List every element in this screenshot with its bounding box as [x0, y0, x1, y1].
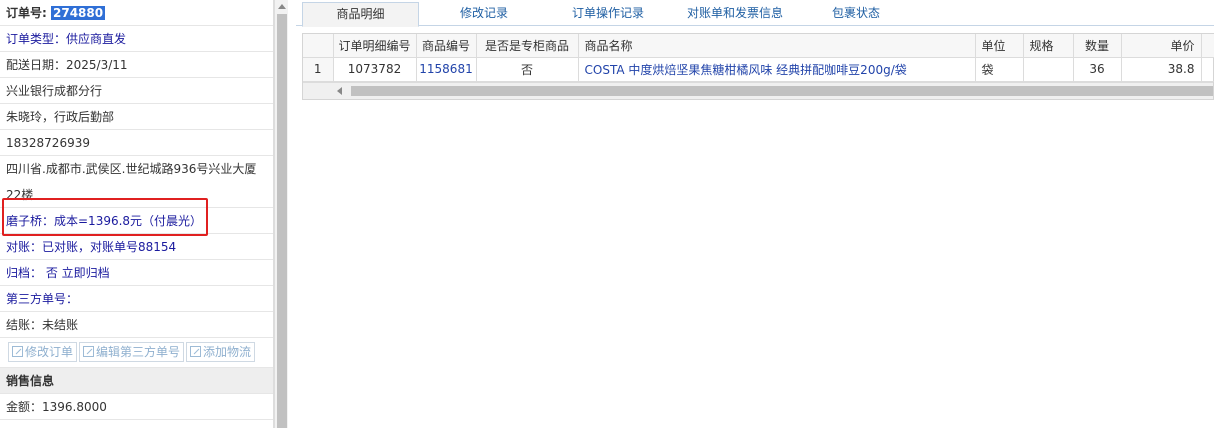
sales-info-header: 销售信息 [0, 368, 273, 394]
customer-bank: 兴业银行成都分行 [0, 78, 273, 104]
product-name-link[interactable]: COSTA 中度烘焙坚果焦糖柑橘风味 经典拼配咖啡豆200g/袋 [578, 57, 976, 82]
column-header[interactable]: 是否是专柜商品 [476, 34, 579, 58]
tab-edit-history[interactable]: 修改记录 [428, 2, 540, 26]
contact-person: 朱晓玲，行政后勤部 [0, 104, 273, 130]
table-header-row: 订单明细编号 商品编号 是否是专柜商品 商品名称 单位 规格 数量 单价 [303, 34, 1214, 58]
edit-third-party-no-button[interactable]: 编辑第三方单号 [79, 342, 185, 362]
third-party-order-no: 第三方单号： [0, 286, 273, 312]
tab-package-status[interactable]: 包裹状态 [808, 2, 904, 26]
edit-icon [83, 346, 95, 357]
scroll-left-icon[interactable] [337, 87, 342, 95]
detail-number-cell: 1073782 [333, 57, 417, 82]
order-number-label: 订单号: [6, 6, 47, 20]
column-header[interactable]: 规格 [1023, 34, 1074, 58]
column-header[interactable]: 商品名称 [578, 34, 976, 58]
column-header[interactable]: 单价 [1121, 34, 1202, 58]
header-filler [1201, 34, 1214, 58]
settlement-status: 结账：未结账 [0, 312, 273, 338]
order-number-value[interactable]: 274880 [51, 6, 106, 20]
delivery-address-row: 四川省.成都市.武侯区.世纪城路936号兴业大厦22楼 [0, 156, 273, 208]
edit-icon [190, 346, 202, 357]
column-header[interactable]: 订单明细编号 [333, 34, 417, 58]
left-panel-scrollbar[interactable] [274, 0, 288, 428]
tab-statement-invoice[interactable]: 对账单和发票信息 [674, 2, 796, 26]
delivery-date: 配送日期：2025/3/11 [0, 52, 273, 78]
row-number-header [303, 34, 334, 58]
row-number: 1 [303, 57, 334, 82]
table-horizontal-scrollbar[interactable] [303, 82, 1213, 99]
row-filler [1201, 57, 1214, 82]
scroll-up-icon[interactable] [278, 4, 286, 9]
delivery-address: 四川省.成都市.武侯区.世纪城路936号兴业大厦22楼 [6, 162, 257, 202]
reconcile-status: 对账：已对账，对账单号88154 [0, 234, 273, 260]
counter-product-cell: 否 [476, 57, 579, 82]
edit-order-button[interactable]: 修改订单 [8, 342, 78, 362]
tab-order-operation-log[interactable]: 订单操作记录 [546, 2, 670, 26]
quantity-cell: 36 [1073, 57, 1122, 82]
column-header[interactable]: 单位 [975, 34, 1024, 58]
unit-cell: 袋 [975, 57, 1024, 82]
panel-gap [288, 0, 296, 428]
edit-icon [12, 346, 23, 357]
tab-bar: 商品明细 修改记录 订单操作记录 对账单和发票信息 包裹状态 [296, 0, 1214, 27]
scrollbar-thumb[interactable] [277, 14, 287, 428]
order-type: 订单类型：供应商直发 [0, 26, 273, 52]
add-logistics-button[interactable]: 添加物流 [186, 342, 256, 362]
unit-price-cell: 38.8 [1121, 57, 1202, 82]
product-number-link[interactable]: 1158681 [416, 57, 477, 82]
column-header[interactable]: 数量 [1073, 34, 1122, 58]
archive-status[interactable]: 归档： 否 立即归档 [0, 260, 273, 286]
action-buttons: 修改订单 编辑第三方单号 添加物流 [0, 338, 273, 368]
cost-line: 磨子桥：成本=1396.8元（付晨光） [0, 208, 273, 234]
column-header[interactable]: 商品编号 [416, 34, 477, 58]
table-row[interactable]: 1 1073782 1158681 否 COSTA 中度烘焙坚果焦糖柑橘风味 经… [303, 57, 1214, 82]
order-detail-panel: 订单号: 274880 订单类型：供应商直发 配送日期：2025/3/11 兴业… [0, 0, 274, 428]
horizontal-scrollbar-thumb[interactable] [351, 86, 1213, 96]
spec-cell [1023, 57, 1074, 82]
product-table: 订单明细编号 商品编号 是否是专柜商品 商品名称 单位 规格 数量 单价 1 1… [302, 33, 1214, 100]
tab-product-details[interactable]: 商品明细 [302, 2, 419, 27]
detail-tabs-panel: 商品明细 修改记录 订单操作记录 对账单和发票信息 包裹状态 订单明细编号 商品… [296, 0, 1214, 428]
contact-phone: 18328726939 [0, 130, 273, 156]
sales-amount: 金额：1396.8000 [0, 394, 273, 420]
order-number-row: 订单号: 274880 [0, 0, 273, 26]
